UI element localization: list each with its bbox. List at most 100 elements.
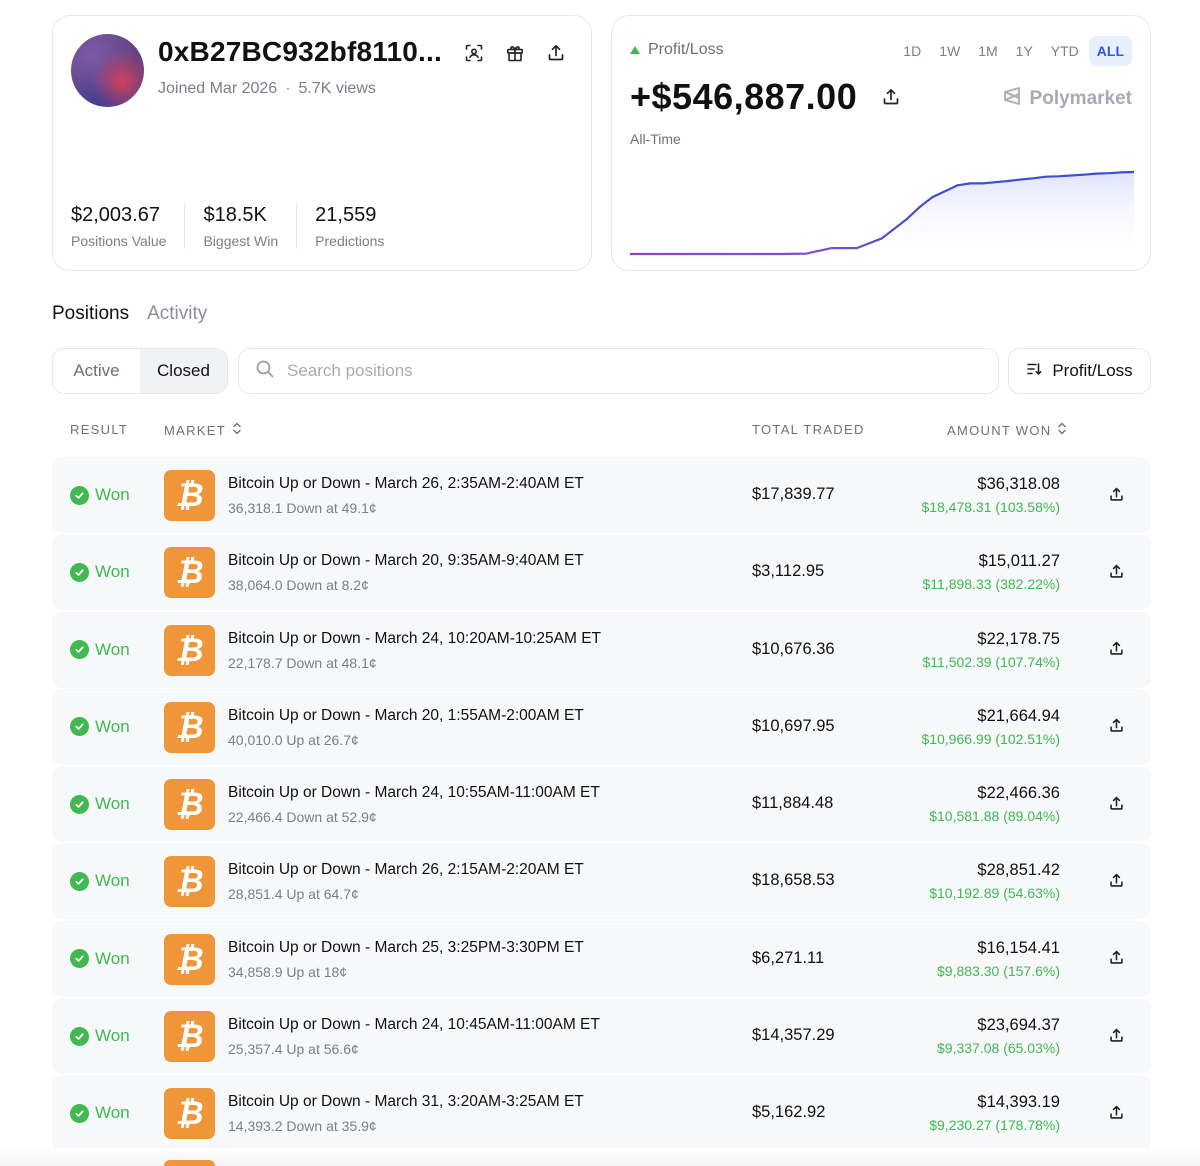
scan-icon[interactable]: [463, 42, 485, 64]
header-total-traded-label: TOTAL TRADED: [752, 422, 865, 437]
result-cell: Won: [70, 794, 130, 814]
up-triangle-icon: [630, 46, 640, 54]
result-label: Won: [95, 562, 130, 582]
amount-won: $16,154.41: [977, 938, 1060, 957]
period-label: All-Time: [630, 131, 681, 147]
range-1w[interactable]: 1W: [931, 36, 968, 66]
profit-gain: $10,966.99 (102.51%): [921, 730, 1060, 747]
stat-value: $2,003.67: [71, 204, 160, 226]
total-traded: $14,357.29: [752, 1026, 835, 1045]
share-icon[interactable]: [1106, 1025, 1126, 1045]
table-header: RESULT MARKET TOTAL TRADED AMOUNT WON: [52, 420, 1151, 440]
total-traded: $3,112.95: [752, 562, 825, 581]
total-traded: $18,658.53: [752, 871, 835, 890]
result-label: Won: [95, 639, 130, 659]
market-position: 22,466.4 Down at 52.9¢: [228, 809, 377, 826]
stat-positions-value: $2,003.67 Positions Value: [71, 204, 186, 249]
bitcoin-icon: ₿: [164, 1011, 215, 1063]
profile-meta: Joined Mar 2026 · 5.7K views: [158, 80, 376, 98]
bitcoin-icon: ₿: [164, 1088, 215, 1140]
table-row[interactable]: Won ₿ Bitcoin Up or Down - March 20, 9:35A…: [52, 534, 1151, 611]
table-row[interactable]: Won ₿ Bitcoin Up or Down - March 26, 2:35A…: [52, 457, 1151, 533]
market-title[interactable]: Bitcoin Up or Down - March 20, 1:55AM-2:…: [228, 707, 584, 725]
header-amount-won[interactable]: AMOUNT WON: [947, 422, 1067, 438]
profile-card: 0xB27BC932bf8110... Joined Mar 2026 · 5.7K…: [52, 15, 592, 271]
gift-icon[interactable]: [504, 42, 526, 64]
share-icon[interactable]: [1106, 948, 1126, 968]
table-row[interactable]: Won ₿ Bitcoin Up or Down - March 24, 10:20…: [52, 611, 1151, 688]
check-circle-icon: [70, 485, 89, 505]
result-label: Won: [95, 716, 130, 736]
sort-label: Profit/Loss: [1052, 361, 1133, 380]
total-traded: $10,697.95: [752, 716, 835, 735]
range-ytd[interactable]: YTD: [1043, 36, 1087, 66]
market-title[interactable]: Bitcoin Up or Down - March 24, 10:55AM-1…: [228, 784, 600, 802]
table-row[interactable]: Won ₿ Bitcoin Up or Down - March 24, 10:55…: [52, 766, 1151, 843]
table-row[interactable]: Won ₿ Bitcoin Up or Down - March 31, 3:20A…: [52, 1075, 1151, 1152]
table-row[interactable]: Won ₿ Bitcoin Up or Down - March 20, 1:55A…: [52, 688, 1151, 765]
result-cell: Won: [70, 1026, 130, 1046]
search-icon: [255, 359, 275, 384]
amount-won: $21,664.94: [977, 706, 1060, 725]
table-row[interactable]: Won ₿ Bitcoin Up or Down - March 26, 2:15A…: [52, 843, 1151, 920]
market-title[interactable]: Bitcoin Up or Down - March 24, 10:20AM-1…: [228, 630, 601, 648]
sort-updown-icon: [232, 422, 242, 438]
header-market[interactable]: MARKET: [164, 422, 242, 438]
bitcoin-icon: ₿: [164, 856, 215, 908]
header-market-label: MARKET: [164, 422, 226, 438]
profile-stats: $2,003.67 Positions Value $18.5K Biggest…: [71, 204, 420, 249]
range-1d[interactable]: 1D: [895, 36, 929, 66]
share-icon[interactable]: [1106, 484, 1126, 504]
stat-value: 21,559: [315, 204, 377, 226]
market-title[interactable]: Bitcoin Up or Down - March 25, 3:25PM-3:…: [228, 939, 584, 957]
share-icon[interactable]: [545, 42, 567, 64]
result-cell: Won: [70, 485, 130, 505]
market-title[interactable]: Bitcoin Up or Down - March 31, 3:20AM-3:…: [228, 1093, 584, 1111]
check-circle-icon: [70, 562, 89, 582]
share-icon[interactable]: [1106, 639, 1126, 659]
profit-gain: $9,337.08 (65.03%): [937, 1040, 1060, 1057]
share-icon[interactable]: [1106, 870, 1126, 890]
polymarket-brand: Polymarket: [1002, 86, 1132, 112]
total-traded: $6,271.11: [752, 948, 825, 967]
amount-won: $22,178.75: [977, 629, 1060, 648]
range-1m[interactable]: 1M: [970, 36, 1005, 66]
pnl-label-text: Profit/Loss: [648, 41, 724, 58]
share-icon[interactable]: [1106, 793, 1126, 813]
time-range-selector: 1D 1W 1M 1Y YTD ALL: [895, 36, 1132, 66]
result-cell: Won: [70, 717, 130, 737]
segment-active[interactable]: Active: [53, 349, 140, 393]
bitcoin-icon: ₿: [164, 701, 215, 753]
result-cell: Won: [70, 1103, 130, 1123]
result-label: Won: [95, 948, 130, 968]
segment-closed[interactable]: Closed: [140, 349, 227, 393]
bitcoin-icon: ₿: [164, 624, 215, 676]
tab-positions[interactable]: Positions: [52, 303, 129, 325]
search-input[interactable]: [287, 361, 967, 381]
tab-activity[interactable]: Activity: [147, 303, 207, 325]
avatar[interactable]: [71, 34, 144, 107]
wallet-address[interactable]: 0xB27BC932bf8110...: [158, 36, 442, 68]
amount-won: $23,694.37: [977, 1016, 1060, 1035]
stat-biggest-win: $18.5K Biggest Win: [203, 204, 298, 249]
range-1y[interactable]: 1Y: [1008, 36, 1041, 66]
positions-table: Won ₿ Bitcoin Up or Down - March 26, 2:35A…: [52, 457, 1151, 1153]
market-title[interactable]: Bitcoin Up or Down - March 26, 2:15AM-2:…: [228, 861, 584, 879]
share-icon[interactable]: [1106, 1102, 1126, 1122]
brand-name: Polymarket: [1029, 88, 1132, 109]
table-row[interactable]: Won ₿ Bitcoin Up or Down - March 25, 3:25P…: [52, 920, 1151, 997]
range-all[interactable]: ALL: [1088, 36, 1132, 66]
section-tabs: Positions Activity: [52, 303, 207, 325]
share-icon[interactable]: [1106, 716, 1126, 736]
sort-button[interactable]: Profit/Loss: [1008, 348, 1151, 394]
pnl-share-icon[interactable]: [882, 88, 900, 111]
market-position: 14,393.2 Down at 35.9¢: [228, 1118, 377, 1135]
share-icon[interactable]: [1106, 561, 1126, 581]
profit-gain: $9,883.30 (157.6%): [937, 962, 1060, 979]
market-title[interactable]: Bitcoin Up or Down - March 20, 9:35AM-9:…: [228, 552, 584, 570]
table-row[interactable]: Won ₿ Bitcoin Up or Down - March 24, 10:45…: [52, 998, 1151, 1075]
result-label: Won: [95, 1103, 130, 1123]
check-circle-icon: [70, 717, 89, 737]
market-title[interactable]: Bitcoin Up or Down - March 26, 2:35AM-2:…: [228, 475, 584, 493]
market-title[interactable]: Bitcoin Up or Down - March 24, 10:45AM-1…: [228, 1016, 600, 1034]
